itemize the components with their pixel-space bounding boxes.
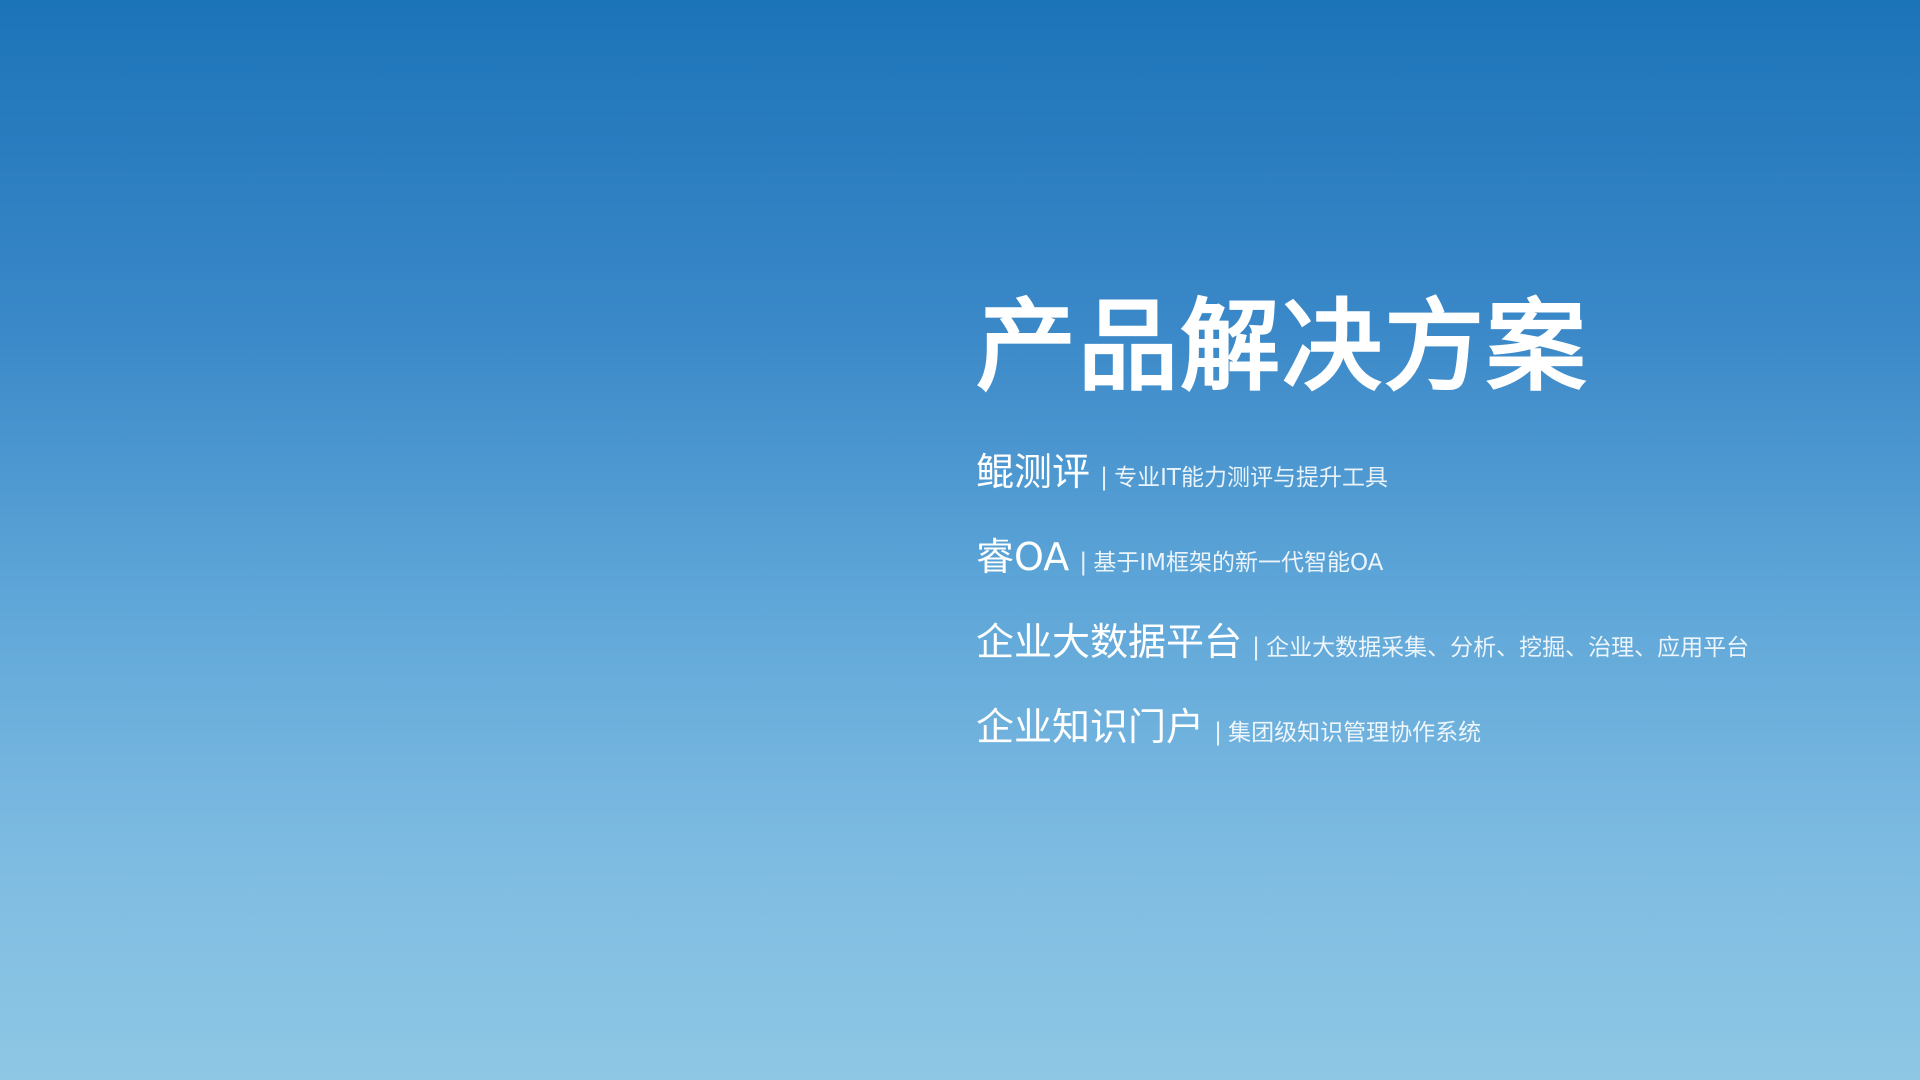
product-description: 专业IT能力测评与提升工具 xyxy=(1114,465,1388,491)
product-list: 鲲测评 | 专业IT能力测评与提升工具 睿OA | 基于IM框架的新一代智能OA… xyxy=(976,450,1876,749)
product-name: 鲲测评 xyxy=(976,450,1091,494)
separator: | xyxy=(1214,718,1223,746)
list-item: 睿OA | 基于IM框架的新一代智能OA xyxy=(976,535,1876,579)
product-name: 企业知识门户 xyxy=(976,705,1205,749)
content-panel: 产品解决方案 鲲测评 | 专业IT能力测评与提升工具 睿OA | 基于IM框架的… xyxy=(976,292,1876,790)
product-description: 集团级知识管理协作系统 xyxy=(1228,720,1482,746)
list-item: 企业知识门户 | 集团级知识管理协作系统 xyxy=(976,705,1876,749)
product-name: 企业大数据平台 xyxy=(976,620,1243,664)
separator: | xyxy=(1079,548,1088,576)
page-title: 产品解决方案 xyxy=(976,288,1588,405)
list-item: 企业大数据平台 | 企业大数据采集、分析、挖掘、治理、应用平台 xyxy=(976,620,1876,664)
product-name: 睿OA xyxy=(976,535,1070,579)
separator: | xyxy=(1252,633,1261,661)
slide-background: 产品解决方案 鲲测评 | 专业IT能力测评与提升工具 睿OA | 基于IM框架的… xyxy=(0,0,1920,1080)
product-description: 基于IM框架的新一代智能OA xyxy=(1093,550,1384,576)
product-description: 企业大数据采集、分析、挖掘、治理、应用平台 xyxy=(1266,635,1750,661)
separator: | xyxy=(1100,463,1109,491)
list-item: 鲲测评 | 专业IT能力测评与提升工具 xyxy=(976,450,1876,494)
